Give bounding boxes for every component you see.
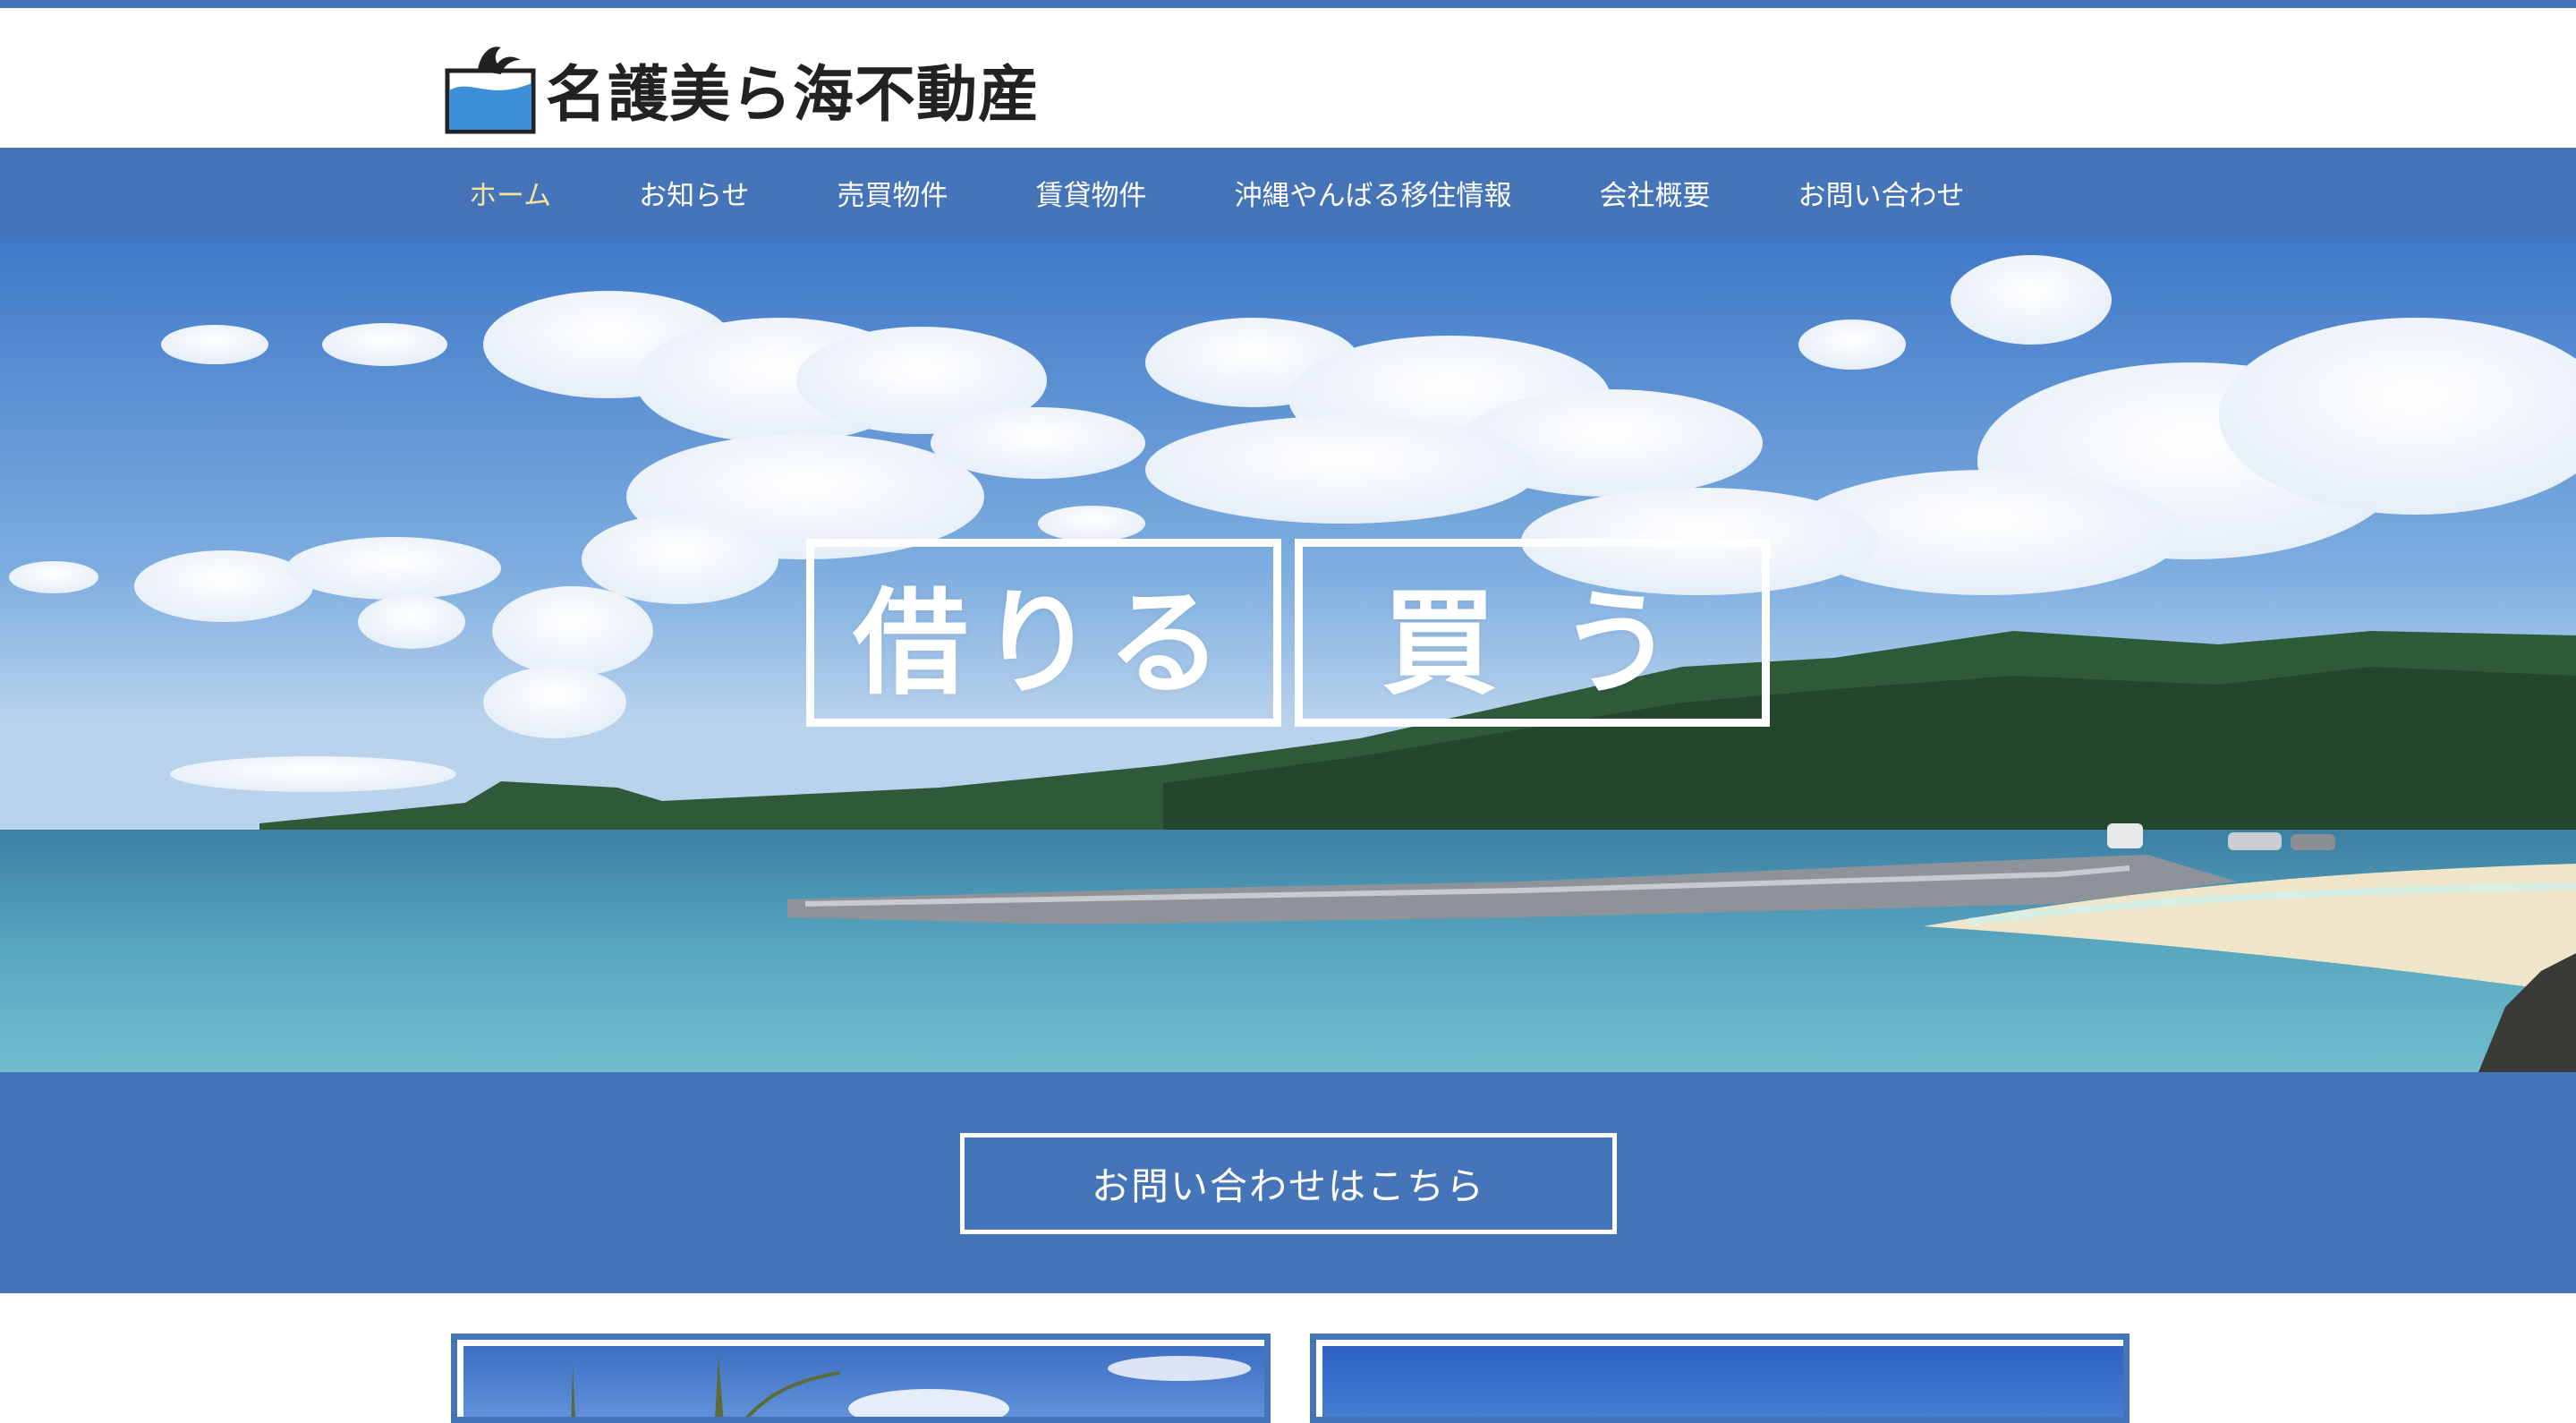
property-card-right[interactable] xyxy=(1310,1334,2130,1423)
top-accent-strip xyxy=(0,0,2576,8)
nav-item-home[interactable]: ホーム xyxy=(469,173,551,213)
nav-item-company[interactable]: 会社概要 xyxy=(1599,173,1710,213)
contact-cta-band: お問い合わせはこちら xyxy=(0,1072,2576,1293)
nav-item-rentals[interactable]: 賃貸物件 xyxy=(1035,173,1146,213)
property-card-right-image xyxy=(1322,1346,2123,1417)
main-nav: ホーム お知らせ 売買物件 賃貸物件 沖縄やんばる移住情報 会社概要 お問い合わ… xyxy=(0,148,2576,237)
property-card-left-image xyxy=(463,1346,1264,1417)
site-logo[interactable]: 名護美ら海不動産 xyxy=(444,28,1040,135)
site-header: 名護美ら海不動産 xyxy=(0,8,2576,148)
nav-item-relocation-info[interactable]: 沖縄やんばる移住情報 xyxy=(1234,173,1511,213)
hero-banner: 借りる 買う xyxy=(0,237,2576,1072)
logo-mark-icon xyxy=(445,47,536,134)
rent-button[interactable]: 借りる xyxy=(806,539,1281,727)
property-card-left[interactable] xyxy=(451,1334,1271,1423)
nav-item-contact[interactable]: お問い合わせ xyxy=(1798,173,1964,213)
nav-item-sales[interactable]: 売買物件 xyxy=(837,173,948,213)
contact-cta-button[interactable]: お問い合わせはこちら xyxy=(960,1133,1617,1234)
hero-beach-image xyxy=(0,237,2576,1072)
logo-text: 名護美ら海不動産 xyxy=(546,60,1041,131)
nav-item-news[interactable]: お知らせ xyxy=(639,173,749,213)
buy-button[interactable]: 買う xyxy=(1295,539,1770,727)
